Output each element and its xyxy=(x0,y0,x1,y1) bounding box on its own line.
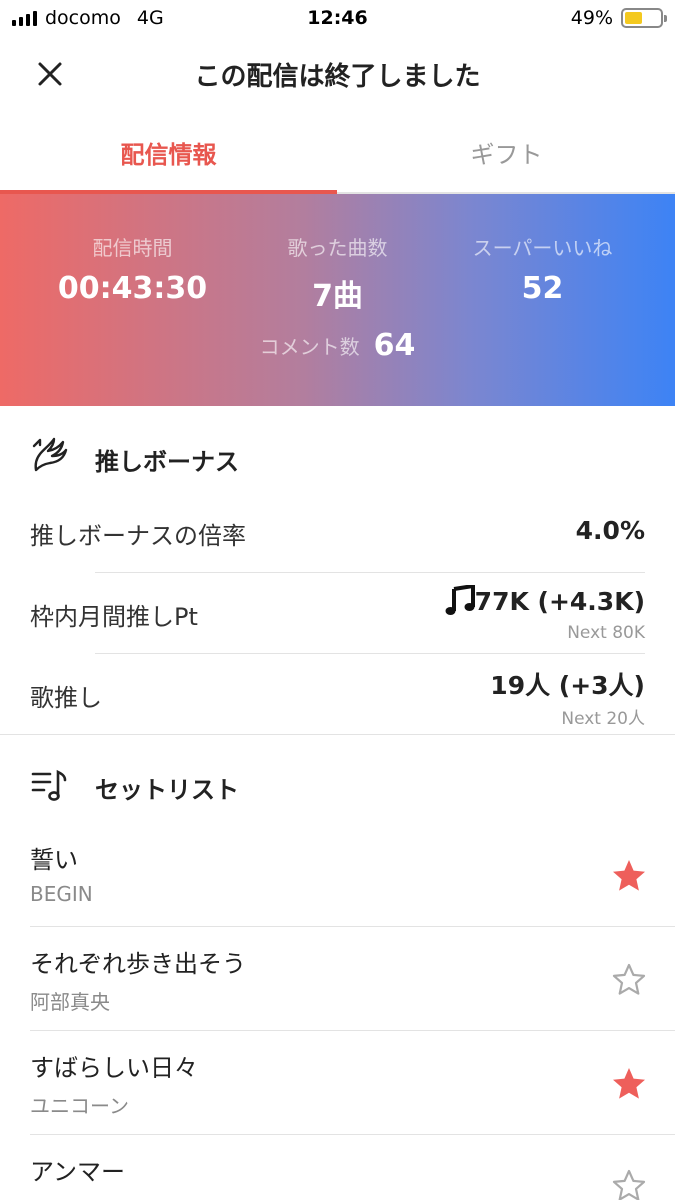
song-title: それぞれ歩き出そう xyxy=(30,950,246,978)
setlist-icon xyxy=(31,769,67,801)
bonus-rate-value: 4.0% xyxy=(575,516,645,545)
stat-comments-value: 64 xyxy=(373,328,416,363)
header: この配信は終了しました xyxy=(0,40,675,110)
setlist-item[interactable]: すばらしい日々 ユニコーン xyxy=(0,1034,675,1138)
setlist-item[interactable]: アンマー xyxy=(0,1138,675,1200)
stat-duration-label: 配信時間 xyxy=(92,236,173,260)
stats-banner: 配信時間 00:43:30 歌った曲数 7曲 スーパーいいね 52 コメント数 … xyxy=(0,194,675,406)
divider xyxy=(30,1030,675,1031)
wing-icon xyxy=(32,437,68,472)
stat-comments: コメント数 64 xyxy=(0,328,675,363)
section-divider xyxy=(0,734,675,735)
stat-songs-label: 歌った曲数 xyxy=(287,236,388,260)
bonus-row-song-oshi: 歌推し 19人 (+3人) Next 20人 xyxy=(0,654,675,734)
setlist-item[interactable]: それぞれ歩き出そう 阿部真央 xyxy=(0,930,675,1034)
song-artist: BEGIN xyxy=(30,882,93,906)
setlist-section-title: セットリスト xyxy=(95,776,239,804)
page-title: この配信は終了しました xyxy=(194,62,481,92)
tab-gift[interactable]: ギフト xyxy=(338,110,675,194)
bonus-section-title: 推しボーナス xyxy=(95,448,239,476)
song-title: すばらしい日々 xyxy=(30,1054,198,1082)
bonus-rate-label: 推しボーナスの倍率 xyxy=(30,522,246,550)
monthly-pt-label: 枠内月間推しPt xyxy=(30,603,198,631)
music-note-icon xyxy=(445,585,475,615)
song-oshi-value: 19人 (+3人) xyxy=(490,671,645,700)
battery-icon xyxy=(621,8,667,28)
song-artist: ユニコーン xyxy=(30,1094,129,1118)
battery-percent: 49% xyxy=(570,7,613,29)
song-oshi-label: 歌推し xyxy=(30,684,102,712)
stat-songs: 歌った曲数 7曲 xyxy=(225,232,450,315)
stat-superlike-label: スーパーいいね xyxy=(472,236,613,260)
star-outline-icon[interactable] xyxy=(611,1168,647,1200)
stat-duration-value: 00:43:30 xyxy=(57,271,208,306)
song-oshi-next: Next 20人 xyxy=(561,709,645,729)
tab-stream-info[interactable]: 配信情報 xyxy=(0,110,337,194)
stat-duration: 配信時間 00:43:30 xyxy=(20,232,245,306)
stat-comments-label: コメント数 xyxy=(259,335,360,359)
status-bar-right: 49% xyxy=(570,7,667,29)
bonus-row-monthly-pt: 枠内月間推しPt 77K (+4.3K) Next 80K xyxy=(0,573,675,653)
song-artist: 阿部真央 xyxy=(30,990,110,1014)
stat-superlike-value: 52 xyxy=(521,271,564,306)
star-filled-icon[interactable] xyxy=(611,1066,647,1102)
divider xyxy=(30,926,675,927)
stat-songs-value: 7曲 xyxy=(312,279,363,314)
song-title: 誓い xyxy=(30,846,78,874)
setlist-section-header: セットリスト xyxy=(0,756,675,816)
star-outline-icon[interactable] xyxy=(611,962,647,998)
monthly-pt-value: 77K (+4.3K) xyxy=(474,586,645,616)
star-filled-icon[interactable] xyxy=(611,858,647,894)
setlist-item[interactable]: 誓い BEGIN xyxy=(0,826,675,930)
bonus-section-header: 推しボーナス xyxy=(0,428,675,488)
bonus-row-rate: 推しボーナスの倍率 4.0% xyxy=(0,500,675,572)
tab-bar: 配信情報 ギフト xyxy=(0,110,675,194)
monthly-pt-value-wrap: 77K (+4.3K) xyxy=(445,585,645,617)
divider xyxy=(30,1134,675,1135)
song-title: アンマー xyxy=(30,1158,126,1186)
status-bar: docomo 4G 12:46 49% xyxy=(0,0,675,40)
stat-superlike: スーパーいいね 52 xyxy=(430,232,655,306)
battery-fill xyxy=(625,12,642,24)
monthly-pt-next: Next 80K xyxy=(567,623,645,643)
